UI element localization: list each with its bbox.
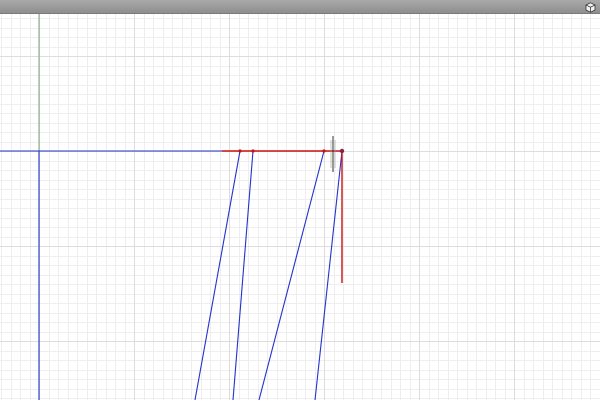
cad-window (0, 0, 600, 400)
sketch-point[interactable] (251, 149, 255, 153)
top-toolbar (0, 0, 600, 14)
view-cube-button[interactable] (584, 1, 596, 13)
sketch-point[interactable] (238, 149, 242, 153)
view-cube-icon (585, 1, 595, 13)
sketch-point[interactable] (322, 149, 326, 153)
sketch-canvas[interactable] (0, 14, 600, 400)
sketch-point-end[interactable] (339, 148, 345, 154)
sketch-canvas-svg[interactable] (0, 14, 600, 400)
grid-minor-lines (0, 14, 600, 400)
grid-major-lines (0, 14, 600, 400)
